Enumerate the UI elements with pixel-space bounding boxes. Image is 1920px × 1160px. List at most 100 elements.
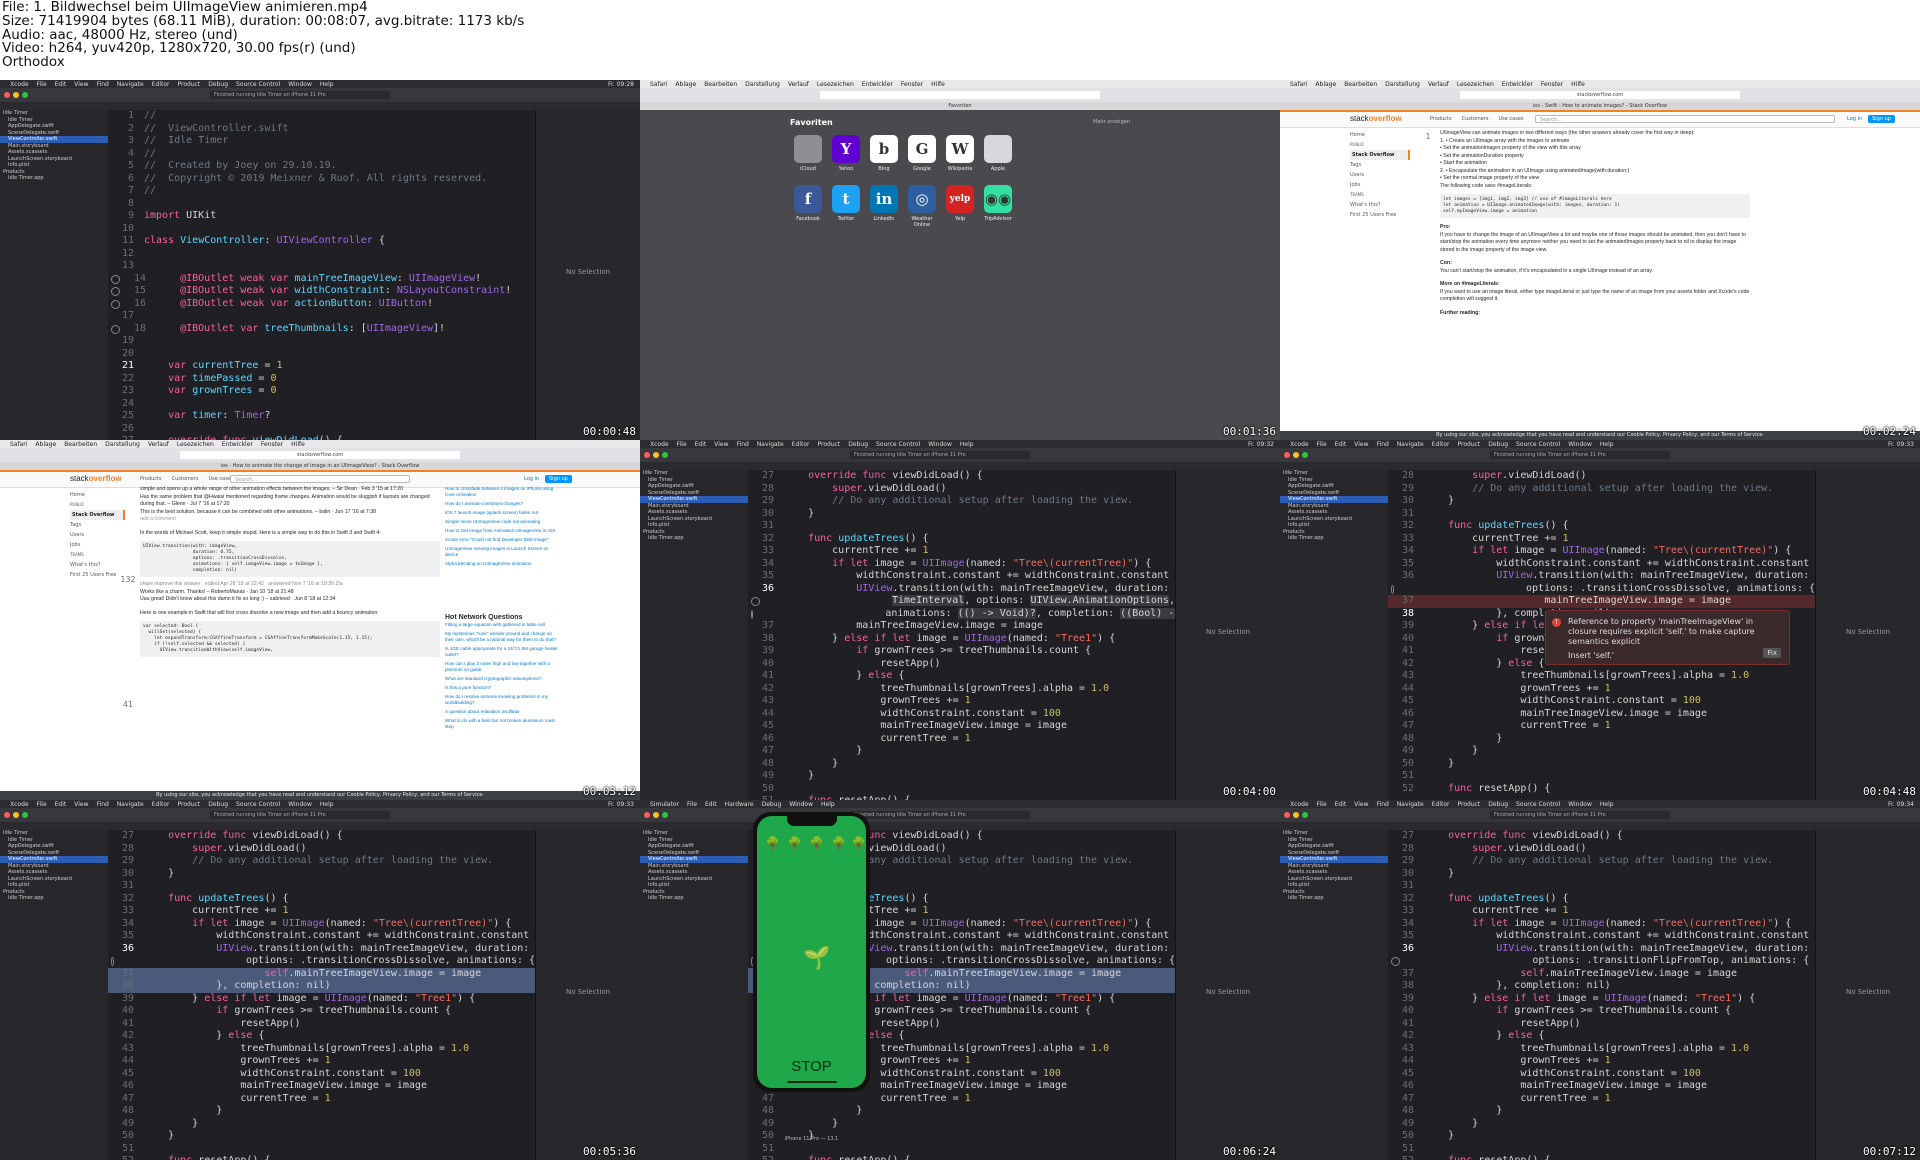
code-line[interactable]: 48 } xyxy=(108,1105,535,1118)
menu-item[interactable]: Edit xyxy=(55,801,67,808)
code-line[interactable]: 33 currentTree += 1 xyxy=(108,905,535,918)
menu-item[interactable]: Xcode xyxy=(1290,801,1309,808)
code-line[interactable]: 8 xyxy=(108,198,535,211)
code-line[interactable]: 49 } xyxy=(748,770,1175,783)
menu-item[interactable]: Find xyxy=(1377,441,1389,448)
code-line[interactable]: 43 treeThumbnails[grownTrees].alpha = 1.… xyxy=(1388,1043,1815,1056)
code-line[interactable]: 35 widthConstraint.constant += widthCons… xyxy=(1388,930,1815,943)
outlet-connection-icon[interactable] xyxy=(1391,957,1400,966)
code-line[interactable]: 40 resetApp() xyxy=(748,658,1175,671)
code-line[interactable]: 42 } else { xyxy=(1388,1030,1815,1043)
project-navigator[interactable]: Idle Timer Idle Timer AppDelegate.swift Sce… xyxy=(640,830,748,1160)
so-search-input[interactable]: Search... xyxy=(1535,115,1835,123)
code-line[interactable]: 52 func resetApp() { xyxy=(1388,783,1815,796)
code-line[interactable]: 32 func updateTrees() { xyxy=(748,533,1175,546)
code-line[interactable]: 39 } else if let image = UIImage(named: … xyxy=(1388,993,1815,1006)
so-sidebar-item[interactable]: Users xyxy=(1350,170,1410,180)
code-line[interactable]: 2// ViewController.swift xyxy=(108,123,535,136)
menu-item[interactable]: Ablage xyxy=(1315,81,1336,88)
navigator-item[interactable]: Idle Timer.app xyxy=(0,175,108,182)
favorites-tab[interactable]: Favoriten xyxy=(640,102,1280,110)
code-line[interactable]: 28 super.viewDidLoad() xyxy=(1388,470,1815,483)
code-editor[interactable]: 1//2// ViewController.swift 3// Idle Time… xyxy=(108,110,535,440)
code-line[interactable]: 33 currentTree += 1 xyxy=(1388,533,1815,546)
menu-item[interactable]: Editor xyxy=(152,81,170,88)
related-question-link[interactable]: Xcode error "Could not find Developer Di… xyxy=(445,537,560,543)
menu-item[interactable]: View xyxy=(74,81,88,88)
so-sidebar-item[interactable]: First 25 Users Free xyxy=(1350,210,1410,220)
menu-item[interactable]: Bearbeiten xyxy=(704,81,737,88)
so-sidebar[interactable]: Home PUBLIC Stack Overflow Tags Users Jobs TEA… xyxy=(70,490,125,580)
browser-tab[interactable]: ios - Swift - How to animate images? - S… xyxy=(1280,102,1920,110)
code-line[interactable]: 36 UIView.transition(with: mainTreeImage… xyxy=(1388,570,1815,583)
code-editor[interactable]: 27 override func viewDidLoad() {28 super… xyxy=(748,470,1175,800)
hot-question-link[interactable]: What to do with a bent but not broken al… xyxy=(445,718,560,730)
menu-item[interactable]: Window xyxy=(288,81,312,88)
code-line[interactable]: 52 func resetApp() { xyxy=(748,1155,1175,1160)
menu-item[interactable]: File xyxy=(677,441,687,448)
menu-item[interactable]: Hilfe xyxy=(1571,81,1585,88)
code-line[interactable]: 50 } xyxy=(1388,758,1815,771)
menu-item[interactable]: View xyxy=(74,801,88,808)
outlet-connection-icon[interactable] xyxy=(111,274,120,284)
code-line[interactable]: 31 xyxy=(1388,880,1815,893)
navigator-item[interactable]: Idle Timer.app xyxy=(1280,535,1388,542)
menu-item[interactable]: Navigate xyxy=(117,801,144,808)
menu-item[interactable]: File xyxy=(1317,801,1327,808)
code-line[interactable]: 27 override func viewDidLoad() { xyxy=(108,830,535,843)
code-line[interactable]: 14 @IBOutlet weak var mainTreeImageView:… xyxy=(108,273,535,286)
code-line[interactable]: 1// xyxy=(108,110,535,123)
code-line[interactable]: 49 } xyxy=(748,1118,1175,1131)
menu-item[interactable]: Verlauf xyxy=(1428,81,1449,88)
menu-item[interactable]: View xyxy=(714,441,728,448)
project-navigator[interactable]: Idle Timer Idle Timer AppDelegate.swift Sce… xyxy=(640,470,748,800)
menu-item[interactable]: Safari xyxy=(10,441,27,448)
code-line[interactable]: 28 super.viewDidLoad() xyxy=(748,483,1175,496)
signup-button[interactable]: Sign up xyxy=(1868,115,1895,123)
so-sidebar-item[interactable]: What's this? xyxy=(1350,200,1410,210)
linked-questions[interactable]: How to crossfade between 2 images on iPh… xyxy=(445,486,560,570)
code-line[interactable]: 33 currentTree += 1 xyxy=(1388,905,1815,918)
code-line[interactable]: 51 xyxy=(108,1143,535,1156)
menu-item[interactable]: Xcode xyxy=(650,441,669,448)
menu-item[interactable]: Lesezeichen xyxy=(177,441,214,448)
menu-item[interactable]: Editor xyxy=(792,441,810,448)
menu-item[interactable]: Window xyxy=(789,801,813,808)
menu-item[interactable]: Fenster xyxy=(1541,81,1563,88)
hot-question-link[interactable]: My mysterious "rune" wonder around and c… xyxy=(445,631,560,643)
code-editor[interactable]: 27 override func viewDidLoad() {28 super… xyxy=(1388,830,1815,1160)
so-sidebar-item[interactable]: Jobs xyxy=(1350,180,1410,190)
code-line[interactable]: 40 if grownTrees >= treeThumbnails.count… xyxy=(1388,1005,1815,1018)
so-logo[interactable]: stackoverflow xyxy=(1350,114,1402,123)
menu-item[interactable]: Debug xyxy=(1488,441,1508,448)
code-line[interactable]: options: .transitionFlipFromTop, animati… xyxy=(1388,955,1815,968)
code-line[interactable]: 18 @IBOutlet var treeThumbnails: [UIImag… xyxy=(108,323,535,336)
menu-item[interactable]: Hilfe xyxy=(291,441,305,448)
outlet-connection-icon[interactable] xyxy=(751,597,760,606)
iphone-simulator[interactable]: 🌳 🌳 🌳 🌳 🌳 🌱 STOP xyxy=(753,812,870,1092)
project-navigator[interactable]: Idle Timer Idle Timer AppDelegate.swift Sce… xyxy=(1280,470,1388,800)
menu-item[interactable]: Find xyxy=(1377,801,1389,808)
so-sidebar-item[interactable]: Stack Overflow xyxy=(1350,150,1410,160)
code-line[interactable]: 42 treeThumbnails[grownTrees].alpha = 1.… xyxy=(748,683,1175,696)
code-line[interactable]: 6// Copyright © 2019 Meixner & Ruof. All… xyxy=(108,173,535,186)
code-line[interactable]: 44 grownTrees += 1 xyxy=(108,1055,535,1068)
menu-item[interactable]: Fenster xyxy=(261,441,283,448)
so-nav[interactable]: Products Customers Use cases xyxy=(140,476,234,482)
menu-item[interactable]: Product xyxy=(1458,441,1481,448)
code-line[interactable]: 15 @IBOutlet weak var widthConstraint: N… xyxy=(108,285,535,298)
menu-item[interactable]: Hardware xyxy=(725,801,754,808)
outlet-connection-icon[interactable] xyxy=(111,299,120,309)
code-line[interactable]: 37 mainTreeImageView.image = image xyxy=(1388,595,1815,608)
menu-item[interactable]: Lesezeichen xyxy=(1457,81,1494,88)
code-line[interactable]: 45 widthConstraint.constant = 100 xyxy=(1388,695,1815,708)
related-question-link[interactable]: How to Get Image from Animated UIImageVi… xyxy=(445,528,560,534)
code-line[interactable]: 17 xyxy=(108,310,535,323)
code-line[interactable]: 34 if let image = UIImage(named: "Tree\(… xyxy=(108,918,535,931)
so-sidebar[interactable]: Home PUBLIC Stack Overflow Tags Users Jobs TEA… xyxy=(1350,130,1410,220)
code-line[interactable]: 47 currentTree = 1 xyxy=(1388,720,1815,733)
code-line[interactable]: 41 resetApp() xyxy=(1388,1018,1815,1031)
menu-item[interactable]: Product xyxy=(818,441,841,448)
hot-question-link[interactable]: How can I play 3 notes high and low toge… xyxy=(445,661,560,673)
menu-item[interactable]: Edit xyxy=(705,801,717,808)
